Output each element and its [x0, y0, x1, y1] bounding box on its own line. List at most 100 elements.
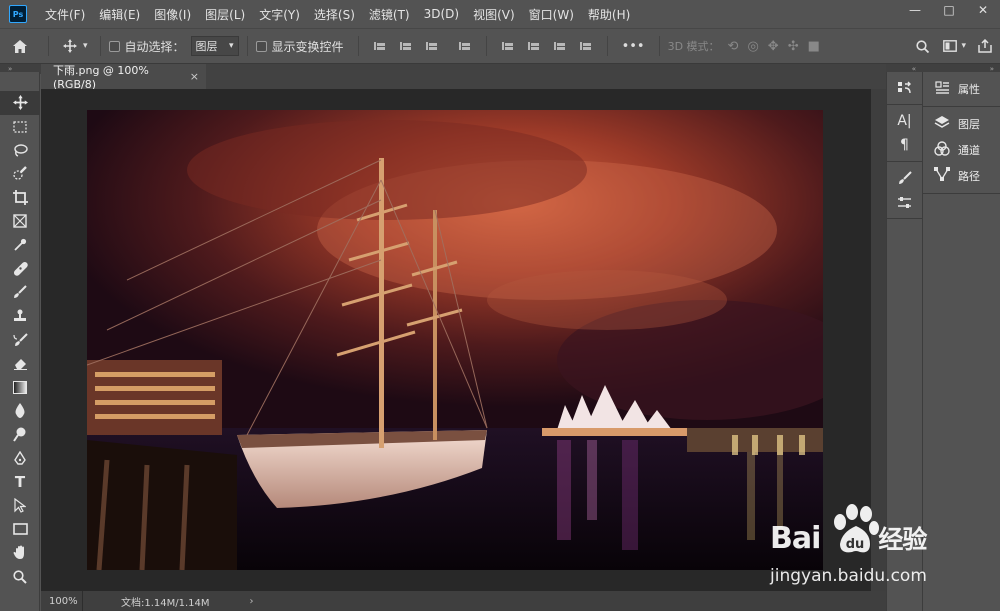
channels-panel-button[interactable]: 通道	[923, 137, 1000, 163]
frame-tool-icon[interactable]	[0, 209, 40, 233]
crop-tool-icon[interactable]	[0, 186, 40, 210]
properties-icon	[933, 80, 951, 98]
adjustments-icon[interactable]	[887, 190, 922, 214]
separator	[48, 36, 49, 56]
show-transform-checkbox[interactable]	[255, 40, 267, 52]
rectangle-tool-icon[interactable]	[0, 517, 40, 541]
history-panel-icon[interactable]	[887, 76, 922, 100]
3d-camera-icon[interactable]: ■	[808, 39, 820, 54]
clone-stamp-tool-icon[interactable]	[0, 304, 40, 328]
hand-tool-icon[interactable]	[0, 541, 40, 565]
layer-select-value: 图层	[195, 40, 218, 53]
paths-panel-button[interactable]: 路径	[923, 163, 1000, 189]
marquee-tool-icon[interactable]	[0, 115, 40, 139]
menu-file[interactable]: 文件(F)	[45, 6, 85, 23]
history-brush-tool-icon[interactable]	[0, 328, 40, 352]
lasso-tool-icon[interactable]	[0, 138, 40, 162]
maximize-button[interactable]: □	[932, 0, 966, 20]
separator	[606, 36, 608, 56]
menu-edit[interactable]: 编辑(E)	[99, 6, 140, 23]
chevron-down-icon[interactable]: ▾	[961, 41, 966, 51]
vertical-scrollbar[interactable]	[871, 89, 886, 591]
zoom-level-field[interactable]: 100%	[41, 591, 83, 611]
panel-dock: 属性 图层 通道 路径	[922, 72, 1000, 611]
close-tab-icon[interactable]: ×	[190, 70, 199, 83]
auto-select-checkbox[interactable]	[108, 40, 120, 52]
separator	[658, 36, 660, 56]
options-bar: ▾ 自动选择： 图层 ▾ 显示变换控件 ••• 3D 模式： ⟲ ◎ ✥ ✣ ■…	[0, 28, 1000, 64]
move-tool-preset-icon[interactable]	[57, 39, 83, 53]
share-icon[interactable]	[978, 39, 992, 53]
character-panel-icon[interactable]: A|	[887, 109, 922, 133]
zoom-tool-icon[interactable]	[0, 565, 40, 589]
3d-orbit-icon[interactable]: ⟲	[728, 39, 739, 54]
3d-mode-label: 3D 模式：	[667, 40, 720, 53]
dock-group-history	[887, 72, 922, 105]
document-size-info: 文档:1.14M/1.14M	[121, 597, 210, 609]
chevron-right-icon[interactable]: ›	[250, 596, 254, 607]
dock-group-layers: 图层 通道 路径	[923, 107, 1000, 194]
home-icon[interactable]	[0, 39, 40, 53]
more-options-icon[interactable]: •••	[622, 39, 645, 54]
menu-view[interactable]: 视图(V)	[473, 6, 515, 23]
close-button[interactable]: ✕	[966, 0, 1000, 20]
align-bottom-icon[interactable]	[553, 40, 566, 52]
type-tool-icon[interactable]: T	[0, 470, 40, 494]
align-right-icon[interactable]	[425, 40, 438, 52]
collapsed-panel-dock: A| ¶	[886, 72, 922, 611]
quick-selection-tool-icon[interactable]	[0, 162, 40, 186]
minimize-button[interactable]: —	[898, 0, 932, 20]
paths-icon	[933, 167, 951, 185]
menu-type[interactable]: 文字(Y)	[259, 6, 300, 23]
brush-settings-icon[interactable]	[887, 166, 922, 190]
move-tool-icon[interactable]	[0, 91, 40, 115]
chevron-down-icon[interactable]: ▾	[83, 41, 88, 51]
path-selection-tool-icon[interactable]	[0, 494, 40, 518]
document-tab-title: 下雨.png @ 100%(RGB/8)	[53, 64, 149, 91]
align-center-h-icon[interactable]	[399, 40, 412, 52]
paragraph-panel-icon[interactable]: ¶	[887, 133, 922, 157]
distribute-horizontal-icon[interactable]	[458, 40, 471, 52]
dock-group-type: A| ¶	[887, 105, 922, 162]
separator	[485, 36, 487, 56]
3d-roll-icon[interactable]: ◎	[747, 39, 758, 54]
menu-help[interactable]: 帮助(H)	[588, 6, 630, 23]
layers-panel-button[interactable]: 图层	[923, 111, 1000, 137]
healing-brush-tool-icon[interactable]	[0, 257, 40, 281]
menu-window[interactable]: 窗口(W)	[529, 6, 574, 23]
3d-pan-icon[interactable]: ✥	[768, 39, 779, 54]
menu-bar: Ps 文件(F) 编辑(E) 图像(I) 图层(L) 文字(Y) 选择(S) 滤…	[0, 0, 1000, 28]
menu-select[interactable]: 选择(S)	[314, 6, 355, 23]
eraser-tool-icon[interactable]	[0, 352, 40, 376]
window-controls: — □ ✕	[898, 0, 1000, 20]
search-icon[interactable]	[916, 39, 930, 53]
blur-tool-icon[interactable]	[0, 399, 40, 423]
workspace-icon[interactable]	[943, 40, 958, 52]
dock-group-brush	[887, 162, 922, 219]
eyedropper-tool-icon[interactable]	[0, 233, 40, 257]
auto-select-target-dropdown[interactable]: 图层 ▾	[190, 36, 239, 56]
align-left-icon[interactable]	[373, 40, 386, 52]
separator	[246, 36, 248, 56]
properties-panel-button[interactable]: 属性	[923, 76, 1000, 102]
align-top-icon[interactable]	[501, 40, 514, 52]
3d-slide-icon[interactable]: ✣	[788, 39, 799, 54]
dock-group-properties: 属性	[923, 72, 1000, 107]
menu-3d[interactable]: 3D(D)	[424, 7, 459, 21]
distribute-vertical-icon[interactable]	[579, 40, 592, 52]
tools-panel: T	[0, 72, 40, 611]
align-middle-v-icon[interactable]	[527, 40, 540, 52]
gradient-tool-icon[interactable]	[0, 375, 40, 399]
document-tab[interactable]: 下雨.png @ 100%(RGB/8) ×	[41, 64, 206, 91]
canvas-area[interactable]	[41, 89, 871, 591]
document-image[interactable]	[87, 110, 823, 570]
separator	[357, 36, 359, 56]
dodge-tool-icon[interactable]	[0, 423, 40, 447]
menu-layer[interactable]: 图层(L)	[205, 6, 245, 23]
pen-tool-icon[interactable]	[0, 446, 40, 470]
menu-filter[interactable]: 滤镜(T)	[369, 6, 410, 23]
channels-label: 通道	[958, 144, 980, 157]
brush-tool-icon[interactable]	[0, 281, 40, 305]
properties-label: 属性	[958, 83, 980, 96]
menu-image[interactable]: 图像(I)	[154, 6, 191, 23]
